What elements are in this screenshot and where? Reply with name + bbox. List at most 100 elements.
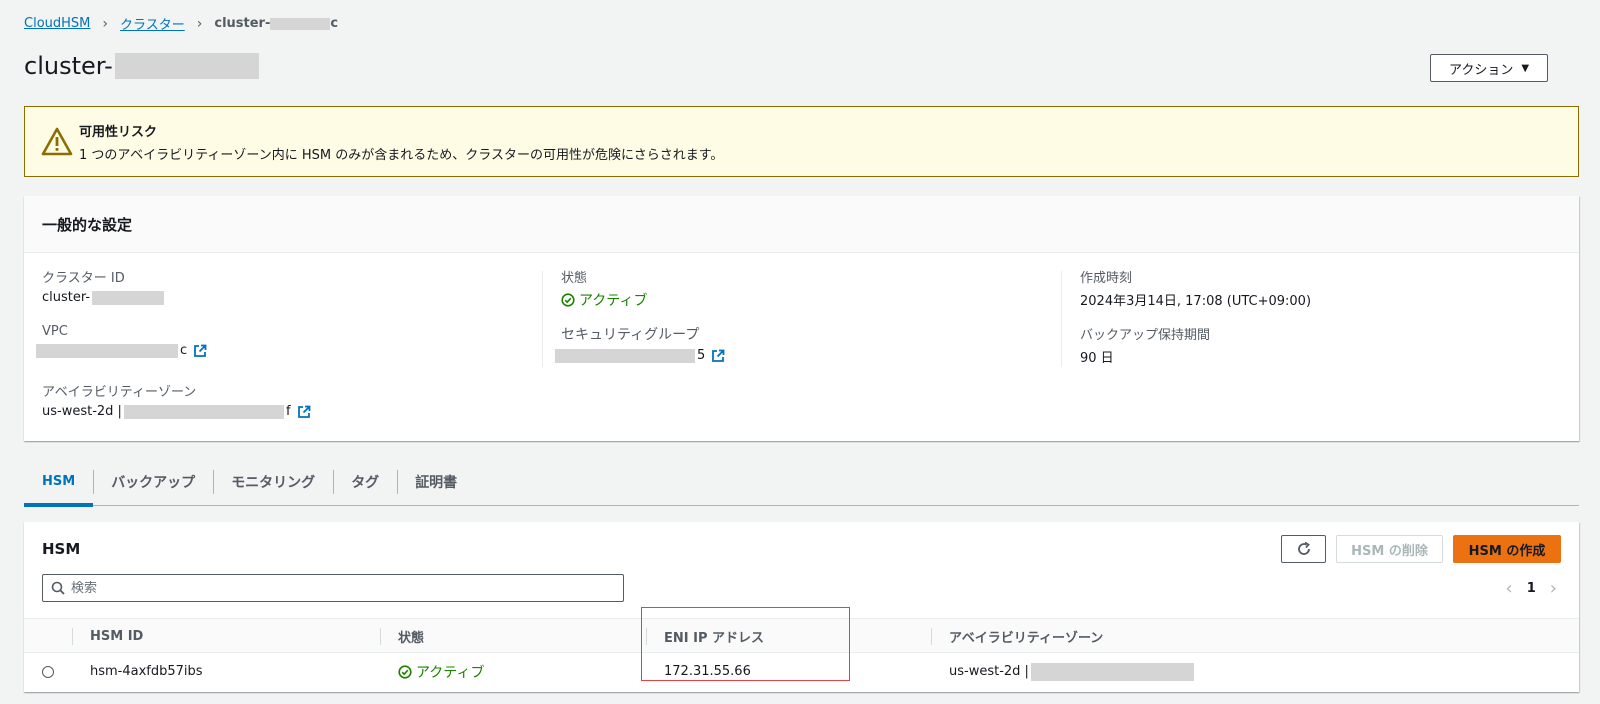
column-header-eni-ip[interactable]: ENI IP アドレス [646,619,931,654]
status-value: アクティブ [561,290,1061,310]
security-group-field: セキュリティグループ 5 [555,324,1061,381]
breadcrumb-current-prefix: cluster- [214,16,271,31]
created-time-value: 2024年3月14日, 17:08 (UTC+09:00) [1080,294,1312,309]
external-link-icon[interactable] [711,349,725,363]
delete-hsm-button[interactable]: HSM の削除 [1336,535,1443,563]
alert-content: 可用性リスク 1 つのアベイラビリティーゾーン内に HSM のみが含まれるため、… [79,121,723,163]
external-link-icon[interactable] [193,344,207,358]
cluster-id-prefix: cluster- [42,290,91,305]
backup-retention-label: バックアップ保持期間 [1080,328,1211,343]
breadcrumb-current: cluster- c [214,16,338,31]
alert-title: 可用性リスク [79,124,158,140]
caret-down-icon: ▼ [1521,62,1530,74]
security-group-link[interactable]: 5 [697,348,705,363]
table-row[interactable]: hsm-4axfdb57ibs アクティブ 172.31.55.66 us-we… [24,653,1579,690]
tab-certificates[interactable]: 証明書 [397,458,475,506]
eni-ip-cell: 172.31.55.66 [664,664,751,679]
hsm-table-actions: HSM の削除 HSM の作成 [1281,535,1561,563]
vpc-field: VPC c [36,324,542,381]
page-title: cluster- [24,52,1548,80]
column-header-hsm-id[interactable]: HSM ID [72,619,380,654]
page-header: cluster- アクション ▼ [24,52,1548,84]
tab-tags[interactable]: タグ [333,458,397,506]
current-page[interactable]: 1 [1527,581,1536,596]
cluster-id-field: クラスター ID cluster- [42,267,542,324]
hsm-status-cell: アクティブ [398,653,484,690]
cluster-id-value: cluster- [42,290,542,305]
vpc-value: c [36,343,542,358]
warning-icon [41,127,73,155]
hsm-table-heading: HSM [42,540,81,558]
hsm-status-text: アクティブ [416,664,485,681]
created-time-label: 作成時刻 [1080,271,1133,286]
chevron-right-icon: › [196,15,203,32]
redacted-block [114,53,259,79]
availability-risk-alert: 可用性リスク 1 つのアベイラビリティーゾーン内に HSM のみが含まれるため、… [24,106,1579,177]
availability-zone-label: アベイラビリティーゾーン [42,385,197,400]
availability-zone-value: us-west-2d | f [42,404,542,419]
actions-button-label: アクション [1448,62,1514,78]
backup-retention-value: 90 日 [1080,351,1114,366]
redacted-block [92,290,165,305]
table-header: HSM ID 状態 ENI IP アドレス アベイラビリティーゾーン [24,618,1579,653]
redacted-block [36,343,178,358]
availability-zone-prefix: us-west-2d | [42,404,122,419]
search-input[interactable] [71,580,591,596]
row-select-radio[interactable] [42,666,54,678]
tab-hsm[interactable]: HSM [24,458,94,507]
security-group-label: セキュリティグループ [561,327,700,343]
hsm-table-panel: HSM HSM の削除 HSM の作成 ‹ 1 › HSM ID 状態 ENI … [24,522,1579,692]
settings-column-1: クラスター ID cluster- VPC c アベイラビリティーゾーン us-… [36,267,542,438]
check-circle-icon [561,293,575,307]
hsm-id-cell: hsm-4axfdb57ibs [90,664,203,679]
breadcrumb: CloudHSM › クラスター › cluster- c [24,14,338,34]
next-page-icon[interactable]: › [1550,578,1557,599]
availability-zone-cell-prefix: us-west-2d | [949,664,1029,679]
tab-monitoring[interactable]: モニタリング [213,458,333,506]
vpc-link[interactable]: c [180,343,187,358]
backup-retention-field: バックアップ保持期間 90 日 [1080,324,1580,381]
hsm-status-value: アクティブ [398,662,484,682]
vpc-label: VPC [42,324,68,339]
alert-body: 1 つのアベイラビリティーゾーン内に HSM のみが含まれるため、クラスターの可… [79,147,724,163]
general-settings-heading: 一般的な設定 [24,196,1579,253]
column-header-availability-zone[interactable]: アベイラビリティーゾーン [931,619,1331,654]
breadcrumb-clusters-link[interactable]: クラスター [120,14,185,33]
actions-dropdown-button[interactable]: アクション ▼ [1430,54,1548,82]
search-icon [51,581,65,595]
breadcrumb-current-suffix: c [330,16,339,31]
breadcrumb-cloudhsm-link[interactable]: CloudHSM [24,16,90,31]
status-text: アクティブ [579,293,648,309]
create-hsm-button[interactable]: HSM の作成 [1453,535,1561,563]
settings-column-3: 作成時刻 2024年3月14日, 17:08 (UTC+09:00) バックアッ… [1080,267,1580,381]
created-time-field: 作成時刻 2024年3月14日, 17:08 (UTC+09:00) [1080,267,1580,324]
tab-backup[interactable]: バックアップ [93,458,213,506]
refresh-button[interactable] [1281,535,1326,563]
cluster-tabs: HSM バックアップ モニタリング タグ 証明書 [24,458,1579,507]
cluster-id-label: クラスター ID [42,271,125,286]
general-settings-panel: 一般的な設定 クラスター ID cluster- VPC c アベイラビリティー… [24,196,1579,441]
pagination: ‹ 1 › [1506,578,1557,599]
column-header-status[interactable]: 状態 [380,619,640,654]
refresh-icon [1297,541,1310,555]
chevron-right-icon: › [102,15,108,32]
page-title-prefix: cluster- [24,52,113,80]
availability-zone-field: アベイラビリティーゾーン us-west-2d | f [42,381,542,438]
redacted-block [1030,662,1194,681]
redacted-block [123,404,284,419]
status-field: 状態 アクティブ [561,267,1061,324]
general-settings-grid: クラスター ID cluster- VPC c アベイラビリティーゾーン us-… [24,253,1579,441]
availability-zone-link[interactable]: f [286,404,291,419]
security-group-value: 5 [555,348,1061,363]
settings-column-2: 状態 アクティブ セキュリティグループ 5 [555,267,1061,381]
check-circle-icon [398,664,412,679]
redacted-block [270,17,331,30]
column-divider [542,271,543,367]
external-link-icon[interactable] [297,405,311,419]
previous-page-icon[interactable]: ‹ [1506,578,1513,599]
status-label: 状態 [561,271,588,286]
search-box [42,574,624,602]
column-divider [1061,271,1062,367]
redacted-block [555,348,695,363]
availability-zone-cell: us-west-2d | [949,653,1194,690]
